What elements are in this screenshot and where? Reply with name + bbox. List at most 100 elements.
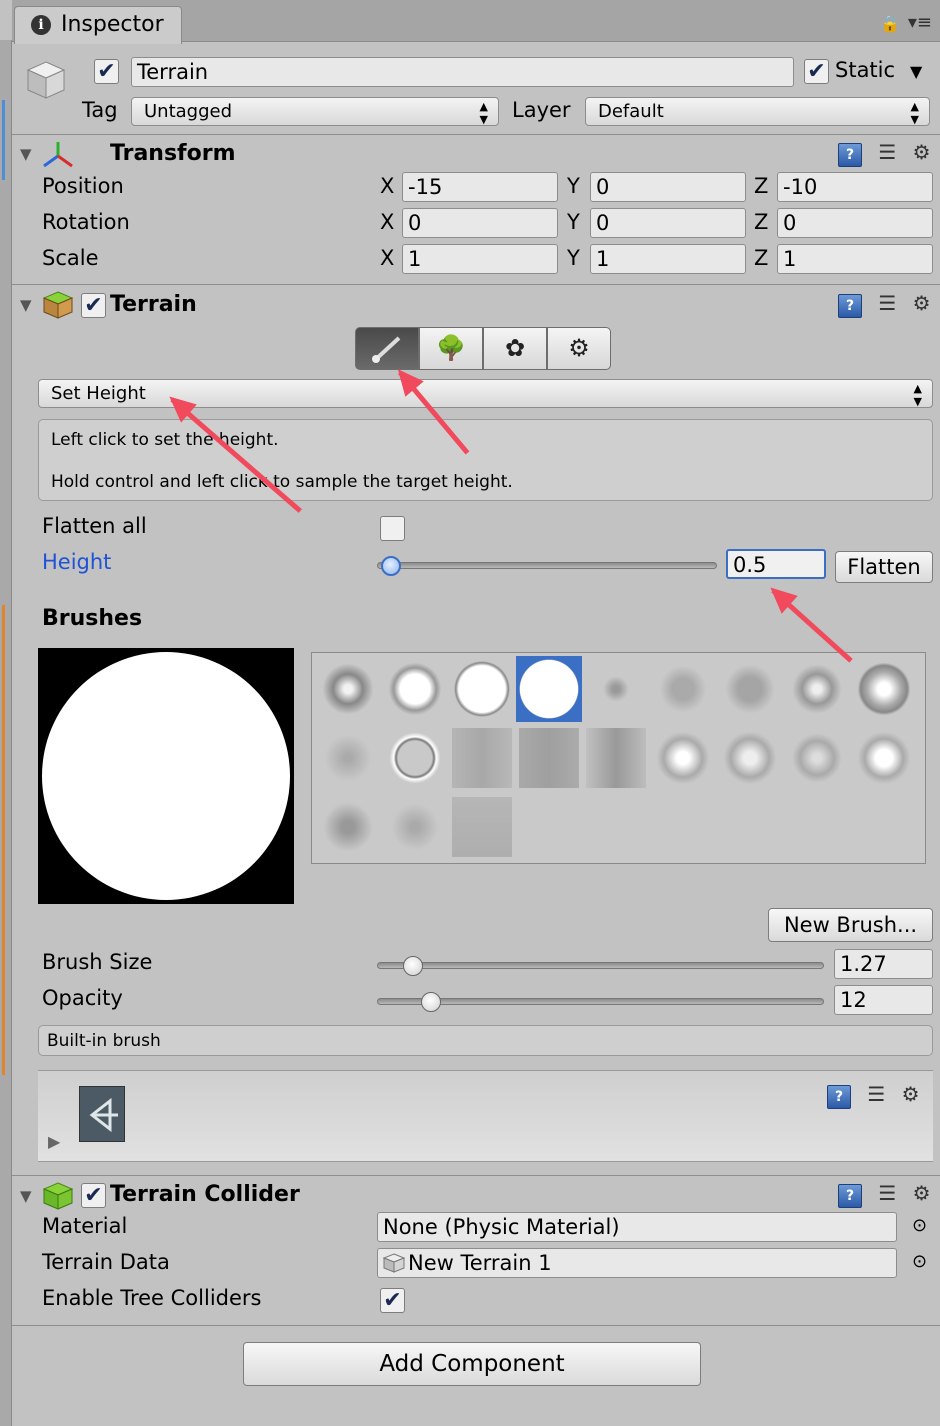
terrain-data-field[interactable]: New Terrain 1: [377, 1248, 897, 1278]
scale-z-input[interactable]: 1: [777, 244, 933, 274]
brush-thumbnail[interactable]: [385, 797, 445, 857]
terrain-enabled-checkbox[interactable]: ✔: [81, 293, 106, 318]
foldout-collider-icon[interactable]: ▼: [20, 1187, 32, 1205]
brush-thumbnail[interactable]: [452, 728, 512, 788]
detail-tool-button[interactable]: ✿: [483, 327, 547, 370]
object-picker-icon[interactable]: ⊙: [912, 1251, 927, 1272]
brush-thumbnail[interactable]: [787, 728, 847, 788]
position-z-input[interactable]: -10: [777, 172, 933, 202]
height-input[interactable]: 0.5: [726, 549, 826, 579]
tab-menu-icon[interactable]: ▾≡: [908, 12, 932, 33]
brush-thumbnail[interactable]: [318, 797, 378, 857]
gear-icon[interactable]: ⚙: [902, 1082, 920, 1106]
brush-thumbnail[interactable]: [586, 728, 646, 788]
layer-dropdown[interactable]: Default ▲ ▼: [585, 97, 930, 126]
flatten-button[interactable]: Flatten: [835, 551, 933, 583]
collider-enabled-checkbox[interactable]: ✔: [81, 1183, 106, 1208]
brush-thumbnail[interactable]: [720, 728, 780, 788]
help-book-icon[interactable]: ?: [827, 1085, 851, 1109]
left-panel-edge: [0, 40, 12, 1426]
transform-header-icons: ? ☰ ⚙: [838, 140, 931, 167]
preset-icon[interactable]: ☰: [867, 1082, 885, 1106]
brush-thumbnail[interactable]: [653, 728, 713, 788]
rotation-z-input[interactable]: 0: [777, 208, 933, 238]
brush-size-slider-thumb[interactable]: [402, 956, 423, 976]
brush-thumbnail[interactable]: [318, 728, 378, 788]
axis-y-label[interactable]: Y: [567, 246, 580, 270]
tab-inspector[interactable]: i Inspector: [14, 6, 182, 44]
brush-thumbnail[interactable]: [452, 797, 512, 857]
brush-thumbnail[interactable]: [653, 659, 713, 719]
gameobject-cube-icon: [24, 58, 68, 102]
material-field[interactable]: None (Physic Material): [377, 1212, 897, 1242]
material-label: Material: [42, 1214, 128, 1238]
brush-thumbnail[interactable]: [452, 659, 512, 719]
add-component-button[interactable]: Add Component: [243, 1342, 701, 1386]
opacity-input[interactable]: 12: [834, 985, 933, 1015]
brushes-label: Brushes: [42, 606, 143, 631]
preset-icon[interactable]: ☰: [878, 291, 896, 315]
tree-colliders-checkbox[interactable]: ✔: [380, 1288, 405, 1313]
tool-dropdown-value: Set Height: [51, 383, 146, 404]
static-dropdown-icon[interactable]: ▼: [910, 62, 922, 81]
height-slider-thumb[interactable]: [380, 556, 401, 576]
brush-thumbnail[interactable]: [720, 659, 780, 719]
axis-x-label[interactable]: X: [380, 210, 394, 234]
rotation-y-input[interactable]: 0: [590, 208, 746, 238]
opacity-slider-track[interactable]: [377, 998, 824, 1005]
preset-icon[interactable]: ☰: [878, 1181, 896, 1205]
brush-thumbnail[interactable]: [854, 659, 914, 719]
foldout-play-icon[interactable]: ▶: [48, 1132, 60, 1151]
axis-z-label[interactable]: Z: [754, 246, 768, 270]
gear-icon[interactable]: ⚙: [913, 291, 931, 315]
foldout-transform-icon[interactable]: ▼: [20, 145, 32, 163]
brush-thumbnail[interactable]: [516, 656, 582, 722]
lock-icon[interactable]: 🔒: [880, 14, 900, 33]
tree-tool-button[interactable]: 🌳: [419, 327, 483, 370]
help-book-icon[interactable]: ?: [838, 1184, 862, 1208]
settings-tool-button[interactable]: ⚙: [547, 327, 611, 370]
active-checkbox[interactable]: ✔: [94, 59, 119, 84]
axis-x-label[interactable]: X: [380, 174, 394, 198]
axis-y-label[interactable]: Y: [567, 210, 580, 234]
scale-y-input[interactable]: 1: [590, 244, 746, 274]
brush-size-slider-track[interactable]: [377, 962, 824, 969]
height-slider-track[interactable]: [377, 562, 717, 569]
transform-title: Transform: [110, 141, 236, 166]
preset-icon[interactable]: ☰: [878, 140, 896, 164]
gear-icon[interactable]: ⚙: [913, 140, 931, 164]
new-brush-button[interactable]: New Brush...: [768, 908, 933, 942]
axis-y-label[interactable]: Y: [567, 174, 580, 198]
foldout-terrain-icon[interactable]: ▼: [20, 296, 32, 314]
tag-dropdown[interactable]: Untagged ▲ ▼: [131, 97, 499, 126]
position-y-input[interactable]: 0: [590, 172, 746, 202]
brush-thumbnail[interactable]: [519, 728, 579, 788]
help-book-icon[interactable]: ?: [838, 143, 862, 167]
opacity-slider-thumb[interactable]: [420, 992, 441, 1012]
rotation-x-input[interactable]: 0: [402, 208, 558, 238]
axis-z-label[interactable]: Z: [754, 174, 768, 198]
terrain-header-icons: ? ☰ ⚙: [838, 291, 931, 318]
preview-header-icons: ? ☰ ⚙: [827, 1082, 920, 1109]
object-picker-icon[interactable]: ⊙: [912, 1215, 927, 1236]
axis-x-label[interactable]: X: [380, 246, 394, 270]
flatten-all-checkbox[interactable]: [380, 516, 405, 541]
static-checkbox[interactable]: ✔: [804, 59, 829, 84]
help-line-1: Left click to set the height.: [51, 430, 279, 450]
brush-thumbnail[interactable]: [385, 659, 445, 719]
brush-thumbnail[interactable]: [385, 728, 445, 788]
brush-size-input[interactable]: 1.27: [834, 949, 933, 979]
gear-icon[interactable]: ⚙: [913, 1181, 931, 1205]
divider: [12, 284, 940, 285]
scale-x-input[interactable]: 1: [402, 244, 558, 274]
gear-icon: ⚙: [568, 334, 590, 362]
brush-thumbnail[interactable]: [586, 659, 646, 719]
brush-thumbnail[interactable]: [318, 659, 378, 719]
brush-thumbnail[interactable]: [854, 728, 914, 788]
gameobject-name-input[interactable]: Terrain: [131, 57, 794, 87]
terrain-data-value: New Terrain 1: [408, 1251, 552, 1275]
help-book-icon[interactable]: ?: [838, 294, 862, 318]
axis-z-label[interactable]: Z: [754, 210, 768, 234]
brush-thumbnail[interactable]: [787, 659, 847, 719]
position-x-input[interactable]: -15: [402, 172, 558, 202]
